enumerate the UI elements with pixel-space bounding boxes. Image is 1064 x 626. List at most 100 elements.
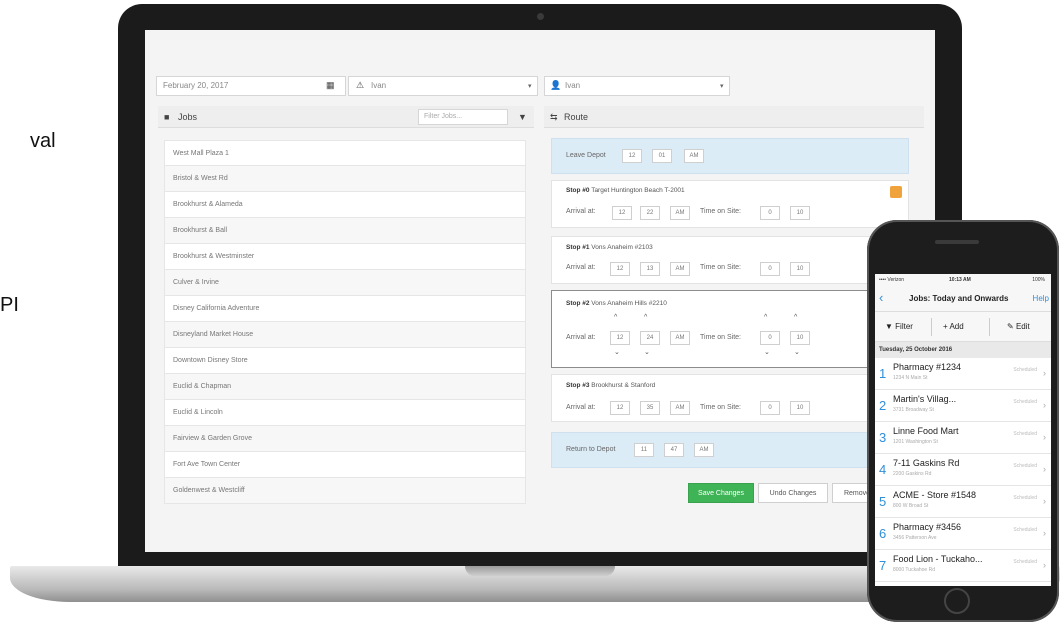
time-on-site-minutes[interactable]: 10 <box>790 401 810 415</box>
calendar-icon[interactable]: ▦ <box>326 80 335 91</box>
time-on-site-hours[interactable]: 0 <box>760 262 780 276</box>
job-list-item[interactable]: Disney California Adventure <box>164 296 526 322</box>
arrival-hour[interactable]: 12 <box>610 401 630 415</box>
stop-title: Stop #2 Vons Anaheim Hills #2210 <box>566 300 667 307</box>
jobs-filter-input[interactable]: Filter Jobs... <box>418 109 508 125</box>
job-address: 800 W Broad St <box>893 503 929 509</box>
status-time: 10:13 AM <box>949 277 971 283</box>
arrival-ampm[interactable]: AM <box>670 401 690 415</box>
arrival-hour[interactable]: 12 <box>610 262 630 276</box>
filter-icon: ▼ <box>885 322 893 331</box>
return-depot-ampm[interactable]: AM <box>694 443 714 457</box>
decrement-tos-minutes-icon[interactable]: ⌄ <box>794 348 800 356</box>
leave-depot-hour[interactable]: 12 <box>622 149 642 163</box>
route-icon: ⇆ <box>550 112 558 122</box>
filter-button[interactable]: ▼ Filter <box>885 322 913 331</box>
increment-tos-hours-icon[interactable]: ^ <box>764 314 767 321</box>
phone-job-item[interactable]: 4 7-11 Gaskins Rd 2200 Gaskins Rd Schedu… <box>875 454 1051 486</box>
chevron-right-icon: › <box>1043 432 1046 442</box>
increment-tos-minutes-icon[interactable]: ^ <box>794 314 797 321</box>
date-value: February 20, 2017 <box>163 81 229 90</box>
edit-button[interactable]: ✎ Edit <box>1007 322 1030 331</box>
arrival-ampm[interactable]: AM <box>670 262 690 276</box>
plus-icon: + <box>943 322 948 331</box>
time-on-site-hours[interactable]: 0 <box>760 401 780 415</box>
increment-hour-icon[interactable]: ^ <box>614 314 617 321</box>
job-list-item[interactable]: Fairview & Garden Grove <box>164 426 526 452</box>
chevron-right-icon: › <box>1043 496 1046 506</box>
job-name: Martin's Villag... <box>893 394 957 404</box>
job-list-item[interactable]: Downtown Disney Store <box>164 348 526 374</box>
job-list-item[interactable]: Brookhurst & Westminster <box>164 244 526 270</box>
arrival-minute[interactable]: 24 <box>640 331 660 345</box>
job-list-item[interactable]: Goldenwest & Westcliff <box>164 478 526 504</box>
job-number: 4 <box>879 462 887 477</box>
time-on-site-hours[interactable]: 0 <box>760 331 780 345</box>
side-text-fragment: val <box>30 130 56 152</box>
route-panel-title: Route <box>564 112 589 122</box>
job-list-item[interactable]: Brookhurst & Alameda <box>164 192 526 218</box>
time-on-site-minutes[interactable]: 10 <box>790 206 810 220</box>
arrival-ampm[interactable]: AM <box>670 206 690 220</box>
filter-icon[interactable]: ▼ <box>518 112 527 122</box>
arrival-label: Arrival at: <box>566 334 596 341</box>
time-on-site-minutes[interactable]: 10 <box>790 262 810 276</box>
time-on-site-label: Time on Site: <box>700 334 741 341</box>
back-icon[interactable]: ‹ <box>879 290 883 305</box>
decrement-hour-icon[interactable]: ⌄ <box>614 348 620 356</box>
job-address: 1201 Washington St <box>893 439 938 445</box>
job-address: 3731 Broadway St <box>893 407 934 413</box>
phone-job-item[interactable]: 7 Food Lion - Tuckaho... 8000 Tuckahoe R… <box>875 550 1051 582</box>
job-number: 3 <box>879 430 887 445</box>
phone-job-item[interactable]: 3 Linne Food Mart 1201 Washington St Sch… <box>875 422 1051 454</box>
job-list-item[interactable]: Brookhurst & Ball <box>164 218 526 244</box>
help-link[interactable]: Help <box>1033 294 1049 303</box>
job-number: 7 <box>879 558 887 573</box>
arrival-ampm[interactable]: AM <box>670 331 690 345</box>
job-list-item[interactable]: Disneyland Market House <box>164 322 526 348</box>
driver-select[interactable]: Ivan <box>348 76 538 96</box>
carrier-text: •••• Verizon <box>879 277 905 283</box>
add-button[interactable]: + Add <box>943 322 964 331</box>
warning-icon[interactable] <box>890 186 902 198</box>
leave-depot-ampm[interactable]: AM <box>684 149 704 163</box>
chevron-right-icon: › <box>1043 528 1046 538</box>
return-depot-minute[interactable]: 47 <box>664 443 684 457</box>
vehicle-select[interactable]: Ivan <box>544 76 730 96</box>
save-changes-button[interactable]: Save Changes <box>688 483 754 503</box>
job-status: Scheduled <box>1013 527 1037 533</box>
leave-depot-minute[interactable]: 01 <box>652 149 672 163</box>
phone-job-item[interactable]: 1 Pharmacy #1234 1234 N Main St Schedule… <box>875 358 1051 390</box>
job-list-item[interactable]: Euclid & Chapman <box>164 374 526 400</box>
decrement-minute-icon[interactable]: ⌄ <box>644 348 650 356</box>
job-list-item[interactable]: Euclid & Lincoln <box>164 400 526 426</box>
phone-job-item[interactable]: 2 Martin's Villag... 3731 Broadway St Sc… <box>875 390 1051 422</box>
job-address: 2200 Gaskins Rd <box>893 471 932 477</box>
time-on-site-label: Time on Site: <box>700 404 741 411</box>
job-status: Scheduled <box>1013 431 1037 437</box>
arrival-minute[interactable]: 22 <box>640 206 660 220</box>
arrival-hour[interactable]: 12 <box>612 206 632 220</box>
job-list-item[interactable]: Bristol & West Rd <box>164 166 526 192</box>
phone-job-item[interactable]: 5 ACME - Store #1548 800 W Broad St Sche… <box>875 486 1051 518</box>
job-list-item[interactable]: West Mall Plaza 1 <box>164 140 526 166</box>
arrival-hour[interactable]: 12 <box>610 331 630 345</box>
chevron-right-icon: › <box>1043 464 1046 474</box>
job-name: Linne Food Mart <box>893 426 959 436</box>
decrement-tos-hours-icon[interactable]: ⌄ <box>764 348 770 356</box>
job-list-item[interactable]: Fort Ave Town Center <box>164 452 526 478</box>
date-picker-input[interactable]: February 20, 2017 <box>156 76 346 96</box>
time-on-site-minutes[interactable]: 10 <box>790 331 810 345</box>
arrival-minute[interactable]: 13 <box>640 262 660 276</box>
arrival-minute[interactable]: 35 <box>640 401 660 415</box>
phone-job-item[interactable]: 6 Pharmacy #3456 3456 Patterson Ave Sche… <box>875 518 1051 550</box>
return-depot-hour[interactable]: 11 <box>634 443 654 457</box>
job-list-item[interactable]: Culver & Irvine <box>164 270 526 296</box>
time-on-site-hours[interactable]: 0 <box>760 206 780 220</box>
phone-home-button[interactable] <box>944 588 970 614</box>
increment-minute-icon[interactable]: ^ <box>644 314 647 321</box>
pencil-icon: ✎ <box>1007 322 1014 331</box>
undo-changes-button[interactable]: Undo Changes <box>758 483 828 503</box>
phone-date-header: Tuesday, 25 October 2016 <box>875 342 1051 358</box>
job-number: 5 <box>879 494 887 509</box>
